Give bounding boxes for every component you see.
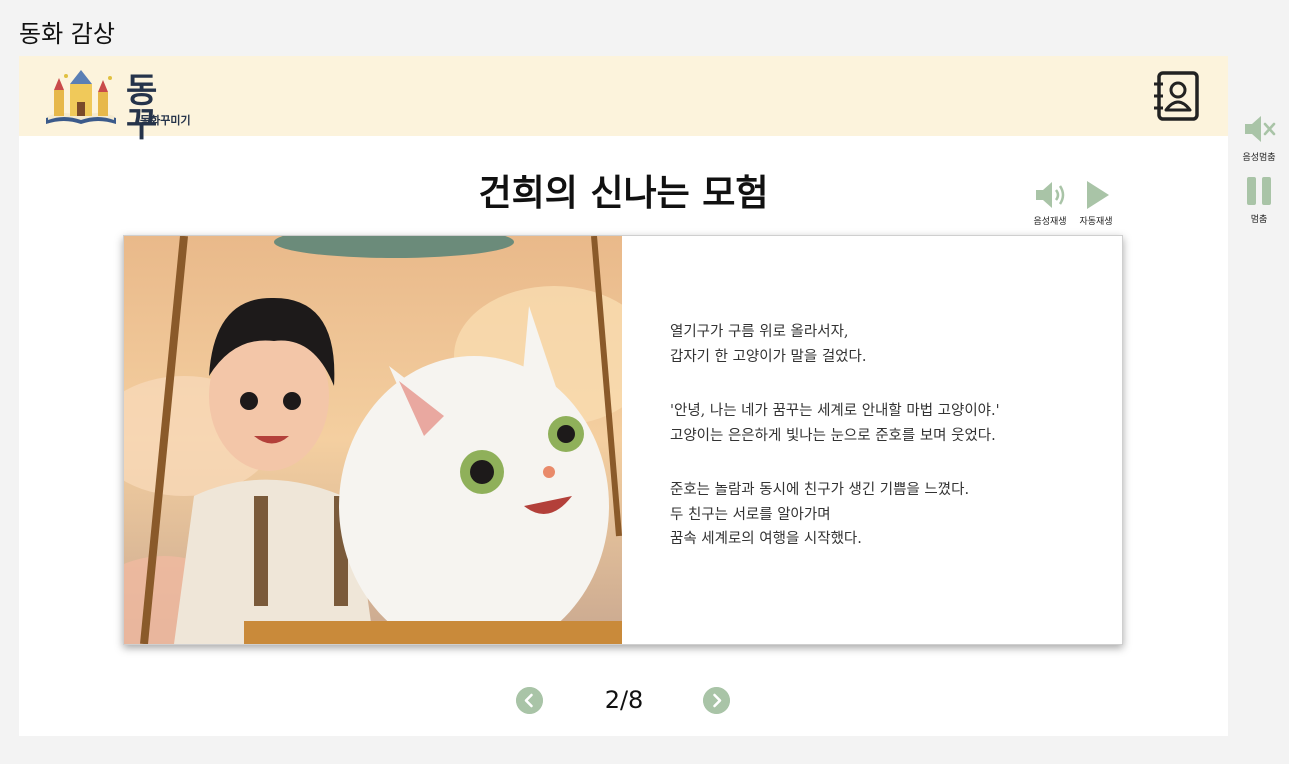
- story-text: 열기구가 구름 위로 올라서자, 갑자기 한 고양이가 말을 걸었다. '안녕,…: [670, 320, 1090, 582]
- story-paragraph: 열기구가 구름 위로 올라서자, 갑자기 한 고양이가 말을 걸었다.: [670, 320, 1090, 369]
- story-line: 두 친구는 서로를 알아가며: [670, 506, 831, 523]
- contact-book-icon[interactable]: [1151, 70, 1201, 122]
- auto-play-button[interactable]: 자동재생: [1073, 180, 1119, 227]
- speaker-icon: [1036, 182, 1065, 208]
- story-paragraph: '안녕, 나는 네가 꿈꾸는 세계로 안내할 마법 고양이야.' 고양이는 은은…: [670, 399, 1090, 448]
- app-logo[interactable]: 동 꾸 동화꾸미기: [44, 64, 204, 142]
- storybook-page: 열기구가 구름 위로 올라서자, 갑자기 한 고양이가 말을 걸었다. '안녕,…: [123, 235, 1123, 645]
- story-line: 열기구가 구름 위로 올라서자,: [670, 324, 849, 340]
- auto-play-label: 자동재생: [1079, 217, 1113, 227]
- voice-play-label: 음성재생: [1033, 217, 1067, 227]
- pause-icon: [1247, 177, 1271, 205]
- voice-stop-label: 음성멈춤: [1242, 153, 1276, 163]
- page-counter: 2/8: [604, 686, 644, 714]
- story-paragraph: 준호는 놀람과 동시에 친구가 생긴 기쁨을 느꼈다. 두 친구는 서로를 알아…: [670, 478, 1090, 552]
- logo-title: 동 꾸: [126, 71, 162, 145]
- next-page-button[interactable]: [703, 687, 730, 714]
- story-line: 갑자기 한 고양이가 말을 걸었다.: [670, 348, 867, 365]
- pause-button[interactable]: 멈춤: [1236, 176, 1282, 225]
- speaker-mute-icon: [1245, 116, 1276, 142]
- story-illustration: [124, 236, 622, 644]
- logo-subtitle: 동화꾸미기: [140, 114, 191, 127]
- castle-book-logo-icon: [44, 68, 118, 128]
- page-heading: 동화 감상: [19, 20, 115, 48]
- story-line: 고양이는 은은하게 빛나는 눈으로 준호를 보며 웃었다.: [670, 427, 996, 444]
- story-viewer-card: 동 꾸 동화꾸미기 건희의 신나는 모험 음성재생 자동재생 열기구가 구름 위…: [19, 56, 1228, 736]
- voice-play-button[interactable]: 음성재생: [1027, 180, 1073, 227]
- pause-label: 멈춤: [1250, 215, 1268, 225]
- story-line: 꿈속 세계로의 여행을 시작했다.: [670, 531, 862, 547]
- voice-stop-button[interactable]: 음성멈춤: [1236, 114, 1282, 163]
- prev-page-button[interactable]: [516, 687, 543, 714]
- story-line: '안녕, 나는 네가 꿈꾸는 세계로 안내할 마법 고양이야.': [670, 403, 1000, 419]
- app-header: 동 꾸 동화꾸미기: [19, 56, 1228, 142]
- story-line: 준호는 놀람과 동시에 친구가 생긴 기쁨을 느꼈다.: [670, 482, 970, 498]
- play-icon: [1087, 181, 1109, 209]
